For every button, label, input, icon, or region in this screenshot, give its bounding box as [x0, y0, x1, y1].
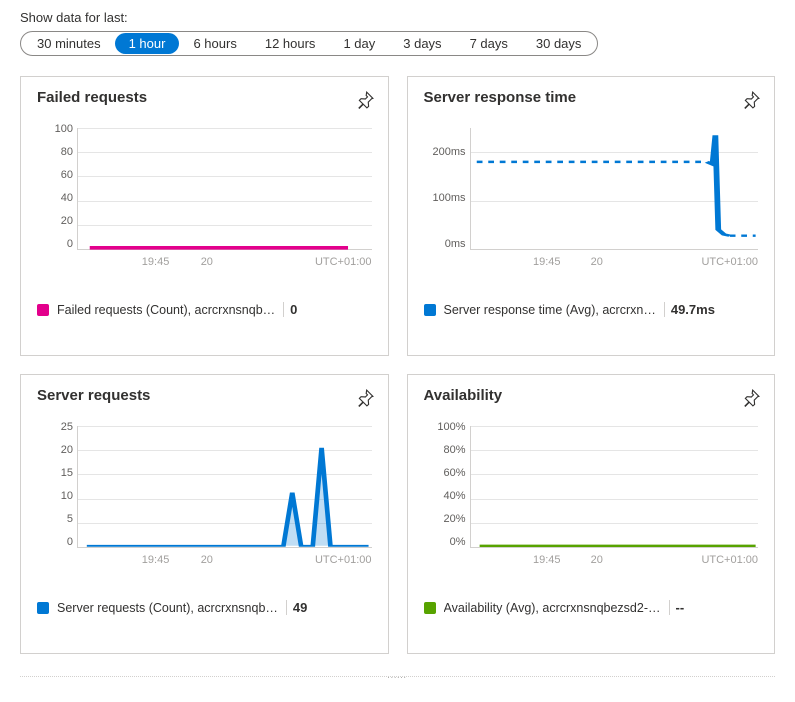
chart-server-requests[interactable]: 25 20 15 10 5 0 19:45 20 UTC+01:00 — [37, 422, 372, 572]
time-pill-7d[interactable]: 7 days — [456, 33, 522, 54]
legend-value: -- — [669, 600, 685, 615]
legend-swatch — [37, 602, 49, 614]
x-axis: 19:45 20 UTC+01:00 — [470, 554, 759, 572]
x-axis: 19:45 20 UTC+01:00 — [470, 256, 759, 274]
legend: Availability (Avg), acrcrxnsnqbezsd2-… -… — [424, 600, 759, 615]
legend: Failed requests (Count), acrcrxnsnqb… 0 — [37, 302, 372, 317]
x-axis: 19:45 20 UTC+01:00 — [77, 256, 372, 274]
time-pill-3d[interactable]: 3 days — [389, 33, 455, 54]
legend-value: 49 — [286, 600, 307, 615]
card-title: Server requests — [37, 387, 372, 404]
pin-icon[interactable] — [742, 389, 760, 407]
legend-label: Server response time (Avg), acrcrxn… — [444, 303, 656, 317]
chart-server-response-time[interactable]: x 200ms x 100ms x 0ms 19:45 20 UTC+01:0 — [424, 124, 759, 274]
legend-label: Failed requests (Count), acrcrxnsnqb… — [57, 303, 275, 317]
card-availability: Availability 100% 80% 60% 40% 20% 0% 19:… — [407, 374, 776, 654]
card-title: Failed requests — [37, 89, 372, 106]
legend: Server requests (Count), acrcrxnsnqb… 49 — [37, 600, 372, 615]
pin-icon[interactable] — [356, 91, 374, 109]
pin-icon[interactable] — [742, 91, 760, 109]
legend-swatch — [424, 304, 436, 316]
legend-swatch — [424, 602, 436, 614]
time-pill-12h[interactable]: 12 hours — [251, 33, 330, 54]
time-range-label: Show data for last: — [20, 10, 775, 25]
card-server-response-time: Server response time x 200ms x 100ms x 0… — [407, 76, 776, 356]
y-axis: 25 20 15 10 5 0 — [37, 422, 73, 548]
time-pill-6h[interactable]: 6 hours — [179, 33, 250, 54]
time-pill-30m[interactable]: 30 minutes — [23, 33, 115, 54]
y-axis: x 200ms x 100ms x 0ms — [424, 124, 466, 250]
legend-label: Availability (Avg), acrcrxnsnqbezsd2-… — [444, 601, 661, 615]
y-axis: 100% 80% 60% 40% 20% 0% — [424, 422, 466, 548]
time-pill-1d[interactable]: 1 day — [329, 33, 389, 54]
chart-availability[interactable]: 100% 80% 60% 40% 20% 0% 19:45 20 UTC+01:… — [424, 422, 759, 572]
legend-value: 49.7ms — [664, 302, 715, 317]
time-pill-1h[interactable]: 1 hour — [115, 33, 180, 54]
legend: Server response time (Avg), acrcrxn… 49.… — [424, 302, 759, 317]
legend-label: Server requests (Count), acrcrxnsnqb… — [57, 601, 278, 615]
pin-icon[interactable] — [356, 389, 374, 407]
time-pill-30d[interactable]: 30 days — [522, 33, 596, 54]
resize-handle[interactable] — [20, 676, 775, 679]
legend-swatch — [37, 304, 49, 316]
y-axis: 100 80 60 40 20 0 — [37, 124, 73, 250]
time-range-selector: 30 minutes 1 hour 6 hours 12 hours 1 day… — [20, 31, 598, 56]
chart-failed-requests[interactable]: 100 80 60 40 20 0 19:45 20 UTC+01:00 — [37, 124, 372, 274]
card-title: Server response time — [424, 89, 759, 106]
legend-value: 0 — [283, 302, 297, 317]
x-axis: 19:45 20 UTC+01:00 — [77, 554, 372, 572]
card-server-requests: Server requests 25 20 15 10 5 0 19:45 — [20, 374, 389, 654]
card-failed-requests: Failed requests 100 80 60 40 20 0 19:45 — [20, 76, 389, 356]
card-title: Availability — [424, 387, 759, 404]
